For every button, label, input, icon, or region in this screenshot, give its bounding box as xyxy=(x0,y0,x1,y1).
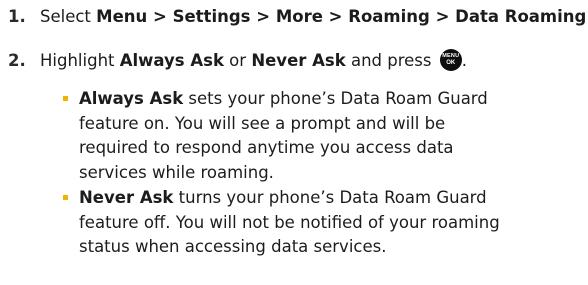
bullet-marker-icon xyxy=(63,96,68,101)
never-ask-label: Never Ask xyxy=(251,51,346,70)
bullet-line: status when accessing data services. xyxy=(79,237,387,256)
step-text: Highlight xyxy=(40,51,120,70)
menu-separator: > xyxy=(322,7,349,26)
bullet-line: feature on. You will see a prompt and wi… xyxy=(79,113,446,133)
bullet-never-ask: Never Ask turns your phone’s Data Roam G… xyxy=(63,186,579,260)
bullet-text: turns your phone’s Data Roam Guard xyxy=(173,188,487,207)
button-top-label: MENU xyxy=(442,53,460,59)
menu-separator: > xyxy=(250,7,276,26)
step-text: Select xyxy=(40,7,97,26)
step-number: 1. xyxy=(8,7,26,26)
bullet-text: sets your phone’s Data Roam Guard xyxy=(183,89,488,108)
step-2: 2. Highlight Always Ask or Never Ask and … xyxy=(8,49,467,71)
bullet-line: Never Ask turns your phone’s Data Roam G… xyxy=(79,186,579,211)
menu-label: Menu xyxy=(96,7,148,26)
bullet-line: required to respond anytime you access d… xyxy=(79,138,454,157)
menu-separator: > xyxy=(429,7,456,26)
data-roaming-label: Data Roaming xyxy=(455,7,587,26)
menu-separator: > xyxy=(147,7,173,26)
more-label: More xyxy=(275,7,323,26)
bullet-marker-icon xyxy=(63,195,68,200)
bullet-always-ask: Always Ask sets your phone’s Data Roam G… xyxy=(63,87,579,185)
instruction-page: 1. Select Menu > Settings > More > Roamin… xyxy=(0,0,588,285)
always-ask-label: Always Ask xyxy=(119,51,224,70)
step-number: 2. xyxy=(8,51,26,70)
bullet-term: Never Ask xyxy=(79,188,174,207)
step-1: 1. Select Menu > Settings > More > Roamin… xyxy=(8,7,588,27)
settings-label: Settings xyxy=(172,7,251,26)
button-bottom-label: OK xyxy=(446,60,456,66)
bullet-line: Always Ask sets your phone’s Data Roam G… xyxy=(79,87,579,112)
step-text: and press xyxy=(345,51,437,70)
bullet-line: services while roaming. xyxy=(79,162,274,182)
bullet-line: feature off. You will not be notified of… xyxy=(79,212,500,232)
step-end: . xyxy=(461,51,467,70)
menu-ok-button-icon: MENU OK xyxy=(439,49,462,71)
step-text: or xyxy=(223,51,252,70)
roaming-label: Roaming xyxy=(348,7,430,26)
bullet-term: Always Ask xyxy=(79,89,184,108)
